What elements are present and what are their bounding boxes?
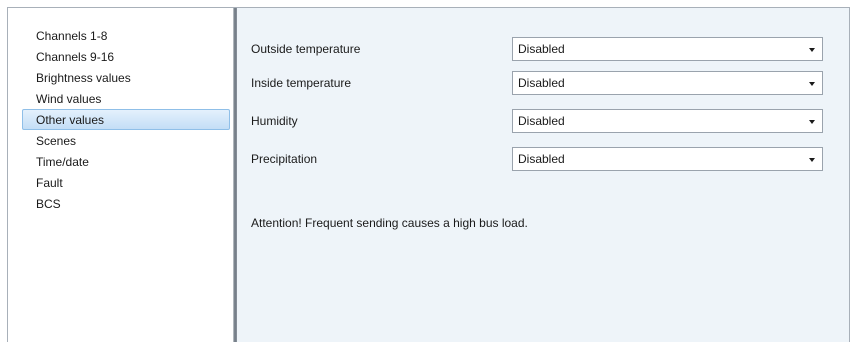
select-value: Disabled: [518, 76, 565, 90]
inside-temperature-select[interactable]: Disabled: [512, 71, 823, 95]
sidebar-item-wind-values[interactable]: Wind values: [22, 88, 230, 109]
select-value: Disabled: [518, 114, 565, 128]
sidebar-item-time-date[interactable]: Time/date: [22, 151, 230, 172]
param-row-inside-temperature: Inside temperature Disabled: [251, 71, 823, 95]
param-row-outside-temperature: Outside temperature Disabled: [251, 37, 823, 61]
param-label: Humidity: [251, 114, 298, 128]
param-label: Precipitation: [251, 152, 318, 166]
sidebar-item-fault[interactable]: Fault: [22, 172, 230, 193]
param-row-humidity: Humidity Disabled: [251, 109, 823, 133]
sidebar-item-other-values[interactable]: Other values: [22, 109, 230, 130]
select-value: Disabled: [518, 42, 565, 56]
sidebar-item-brightness-values[interactable]: Brightness values: [22, 67, 230, 88]
param-label: Outside temperature: [251, 42, 361, 56]
sidebar-item-channels-9-16[interactable]: Channels 9-16: [22, 46, 230, 67]
param-row-precipitation: Precipitation Disabled: [251, 147, 823, 171]
humidity-select[interactable]: Disabled: [512, 109, 823, 133]
chevron-down-icon: [809, 48, 815, 52]
precipitation-select[interactable]: Disabled: [512, 147, 823, 171]
sidebar: Channels 1-8 Channels 9-16 Brightness va…: [8, 8, 233, 342]
parameter-panel: Outside temperature Disabled Inside temp…: [237, 8, 849, 342]
bus-load-warning: Attention! Frequent sending causes a hig…: [251, 216, 528, 230]
param-label: Inside temperature: [251, 76, 352, 90]
sidebar-item-channels-1-8[interactable]: Channels 1-8: [22, 25, 230, 46]
chevron-down-icon: [809, 158, 815, 162]
outside-temperature-select[interactable]: Disabled: [512, 37, 823, 61]
parameter-window: Channels 1-8 Channels 9-16 Brightness va…: [7, 7, 850, 342]
sidebar-item-scenes[interactable]: Scenes: [22, 130, 230, 151]
sidebar-item-bcs[interactable]: BCS: [22, 193, 230, 214]
chevron-down-icon: [809, 82, 815, 86]
select-value: Disabled: [518, 152, 565, 166]
chevron-down-icon: [809, 120, 815, 124]
